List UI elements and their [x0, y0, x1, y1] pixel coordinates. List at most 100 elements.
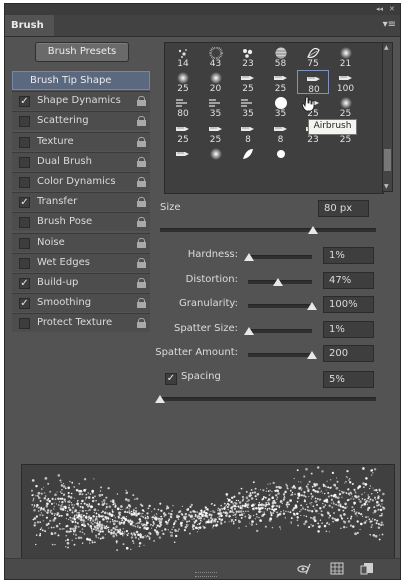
- brush-preset-tile[interactable]: 23: [232, 45, 264, 69]
- spacing-field[interactable]: 5%: [323, 371, 374, 388]
- airbrush-option-field[interactable]: 200: [323, 345, 374, 362]
- brush-preset-tile[interactable]: 80: [167, 95, 199, 119]
- brush-preset-tile[interactable]: 8: [265, 121, 297, 145]
- size-slider-knob[interactable]: [308, 226, 319, 234]
- brush-preset-tile[interactable]: 100: [330, 70, 362, 94]
- lock-icon[interactable]: [137, 237, 146, 248]
- brush-option-shape-dynamics[interactable]: ✓ Shape Dynamics: [12, 91, 150, 111]
- spray-brush-icon: [208, 47, 223, 59]
- lock-icon[interactable]: [137, 298, 146, 309]
- airbrush-option-field[interactable]: 1%: [323, 247, 374, 264]
- airbrush-option-slider-knob[interactable]: [243, 327, 254, 335]
- brush-preset-tile[interactable]: 25: [330, 95, 362, 119]
- option-checkbox[interactable]: [19, 237, 30, 249]
- scroll-up-icon[interactable]: ▲: [384, 44, 389, 51]
- option-checkbox[interactable]: ✓: [19, 96, 30, 108]
- brush-option-noise[interactable]: Noise: [12, 232, 150, 252]
- toggle-brush-preview-icon[interactable]: [297, 562, 311, 575]
- tab-brush[interactable]: Brush: [5, 15, 54, 36]
- brush-preset-tile[interactable]: 25: [200, 121, 232, 145]
- lock-icon[interactable]: [137, 257, 146, 268]
- brush-option-protect-texture[interactable]: Protect Texture: [12, 313, 150, 333]
- option-checkbox[interactable]: ✓: [19, 277, 30, 289]
- brush-preset-tile[interactable]: 8: [232, 121, 264, 145]
- brush-option-brush-tip-shape[interactable]: Brush Tip Shape: [12, 71, 150, 90]
- scrollbar-thumb[interactable]: [384, 149, 391, 171]
- size-slider-track[interactable]: [160, 228, 376, 232]
- lock-icon[interactable]: [137, 136, 146, 147]
- new-brush-icon[interactable]: [360, 562, 374, 575]
- brush-preset-tile[interactable]: [232, 146, 264, 170]
- brush-grid-scrollbar[interactable]: ▲ ▼: [382, 42, 393, 192]
- brush-preset-tile[interactable]: 80: [297, 70, 329, 95]
- brush-size-label: 25: [209, 134, 222, 145]
- brush-preset-tile[interactable]: 25: [265, 70, 297, 94]
- double-arrow-icon[interactable]: ◂◂: [376, 5, 383, 13]
- brush-option-transfer[interactable]: ✓ Transfer: [12, 192, 150, 212]
- brush-preset-tile[interactable]: 20: [200, 70, 232, 94]
- option-checkbox[interactable]: [19, 116, 30, 128]
- airbrush-option-field[interactable]: 47%: [323, 272, 374, 289]
- brush-preset-tile[interactable]: 14: [167, 45, 199, 69]
- lock-icon[interactable]: [137, 318, 146, 329]
- brush-preset-tile[interactable]: 21: [330, 45, 362, 69]
- brush-option-color-dynamics[interactable]: Color Dynamics: [12, 171, 150, 191]
- option-checkbox[interactable]: ✓: [19, 197, 30, 209]
- airbrush-option-slider-knob[interactable]: [307, 302, 317, 310]
- airbrush-option-field[interactable]: 100%: [323, 296, 374, 313]
- option-checkbox[interactable]: [19, 257, 30, 269]
- brush-preset-tile[interactable]: 25: [167, 121, 199, 145]
- lock-icon[interactable]: [137, 116, 146, 127]
- lock-icon[interactable]: [137, 156, 146, 167]
- airbrush-option-slider-track[interactable]: [248, 304, 312, 308]
- option-label: Noise: [37, 236, 65, 248]
- brush-preset-tile[interactable]: 25: [167, 70, 199, 94]
- panel-top-strip: ◂◂ ✕: [5, 4, 400, 15]
- brush-preset-tile[interactable]: 58: [265, 45, 297, 69]
- lock-icon[interactable]: [137, 197, 146, 208]
- brush-option-wet-edges[interactable]: Wet Edges: [12, 252, 150, 272]
- option-checkbox[interactable]: [19, 318, 30, 330]
- option-checkbox[interactable]: [19, 136, 30, 148]
- brush-option-texture[interactable]: Texture: [12, 131, 150, 151]
- option-checkbox[interactable]: [19, 217, 30, 229]
- brush-option-brush-pose[interactable]: Brush Pose: [12, 212, 150, 232]
- brush-option-smoothing[interactable]: ✓ Smoothing: [12, 293, 150, 313]
- lock-icon[interactable]: [137, 96, 146, 107]
- panel-menu-icon[interactable]: ▾≡: [383, 19, 396, 30]
- brush-preset-tile[interactable]: [200, 146, 232, 170]
- brush-presets-button[interactable]: Brush Presets: [35, 42, 129, 62]
- airbrush-option-slider-track[interactable]: [248, 329, 312, 333]
- brush-preset-tile[interactable]: 75: [297, 45, 329, 69]
- brush-option-dual-brush[interactable]: Dual Brush: [12, 151, 150, 171]
- lock-icon[interactable]: [137, 176, 146, 187]
- lock-icon[interactable]: [137, 277, 146, 288]
- airbrush-option-field[interactable]: 1%: [323, 321, 374, 338]
- airbrush-option-slider-knob[interactable]: [273, 278, 284, 286]
- airbrush-option-slider-track[interactable]: [248, 255, 312, 259]
- size-field[interactable]: 80 px: [318, 200, 369, 217]
- option-checkbox[interactable]: [19, 156, 30, 168]
- lock-icon[interactable]: [137, 217, 146, 228]
- close-icon[interactable]: ✕: [389, 5, 395, 13]
- option-checkbox[interactable]: [19, 176, 30, 188]
- brush-preset-tile[interactable]: 35: [200, 95, 232, 119]
- brush-preset-tile[interactable]: 43: [200, 45, 232, 69]
- airbrush-option-slider-knob[interactable]: [307, 351, 317, 359]
- airbrush-option-slider-knob[interactable]: [243, 253, 254, 261]
- spacing-slider-knob[interactable]: [155, 395, 165, 403]
- scroll-down-icon[interactable]: ▼: [384, 183, 389, 190]
- brush-option-build-up[interactable]: ✓ Build-up: [12, 272, 150, 292]
- brush-preset-tile[interactable]: [265, 146, 297, 170]
- airbrush-option-slider-track[interactable]: [248, 353, 312, 357]
- brush-preset-tile[interactable]: 25: [232, 70, 264, 94]
- resize-grip[interactable]: [195, 572, 217, 577]
- grid-view-icon[interactable]: [330, 562, 344, 575]
- spacing-checkbox[interactable]: ✓: [165, 373, 177, 385]
- brush-option-scattering[interactable]: Scattering: [12, 111, 150, 131]
- brush-preset-tile[interactable]: 35: [232, 95, 264, 119]
- brush-preset-tile[interactable]: [167, 146, 199, 170]
- brush-preset-tile[interactable]: 35: [265, 95, 297, 119]
- spacing-slider-track[interactable]: [160, 397, 376, 401]
- option-checkbox[interactable]: ✓: [19, 298, 30, 310]
